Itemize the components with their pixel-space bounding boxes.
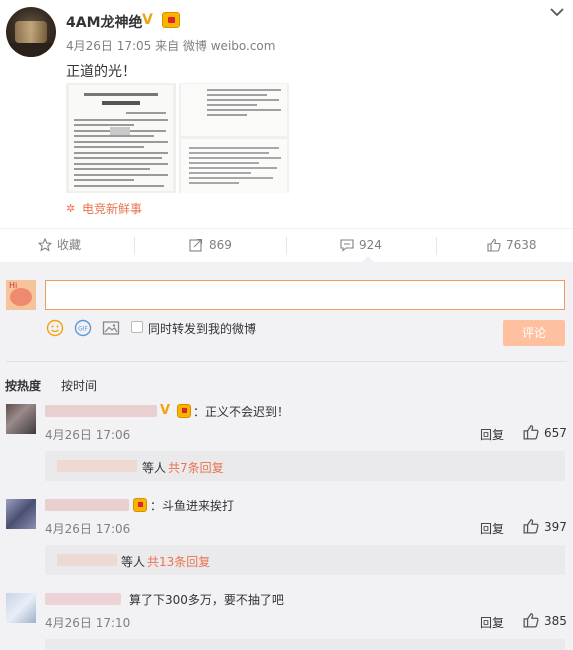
comment-icon xyxy=(340,239,354,252)
reply-button[interactable]: 回复 xyxy=(480,520,504,537)
repost-checkbox[interactable] xyxy=(131,321,143,333)
author-avatar[interactable] xyxy=(6,7,56,57)
comment-author-name[interactable] xyxy=(45,405,157,417)
action-divider xyxy=(134,237,135,255)
comment-like-count: 385 xyxy=(544,614,567,628)
action-divider xyxy=(286,237,287,255)
comment-author-name[interactable] xyxy=(45,593,121,605)
svg-text:GIF: GIF xyxy=(78,326,88,333)
thumbs-up-icon xyxy=(487,238,501,252)
comment-like-count: 397 xyxy=(544,520,567,534)
repost-count: 869 xyxy=(209,238,232,252)
star-icon xyxy=(38,238,52,252)
comment-text: 算了下300多万，要不抽了吧 xyxy=(129,593,284,607)
comment-author-name[interactable] xyxy=(45,499,129,511)
reply-count-link[interactable]: 共13条回复 xyxy=(147,553,210,570)
medal-icon xyxy=(133,498,147,512)
like-button[interactable]: 7638 xyxy=(487,229,537,262)
favorite-label: 收藏 xyxy=(57,238,82,252)
reply-summary-text: 等人 xyxy=(121,555,146,569)
reply-button[interactable]: 回复 xyxy=(480,426,504,443)
thumbs-up-icon[interactable] xyxy=(523,518,539,534)
reply-summary[interactable] xyxy=(45,639,565,650)
reply-summary[interactable]: 等人 共13条回复 xyxy=(45,545,565,575)
reply-button[interactable]: 回复 xyxy=(480,614,504,631)
reply-summary-text: 等人 xyxy=(142,461,167,475)
comment-text: ：正义不会迟到！ xyxy=(193,405,290,419)
reply-count-link[interactable]: 共7条回复 xyxy=(168,459,224,476)
thumbs-up-icon[interactable] xyxy=(523,612,539,628)
post-image-1[interactable] xyxy=(66,83,176,193)
medal-icon xyxy=(177,404,191,418)
author-name[interactable]: 4AM龙神绝 xyxy=(66,12,143,32)
weibo-post: 4AM龙神绝 V 4月26日 17:05 来自 微博 weibo.com 正道的… xyxy=(0,0,573,228)
vip-v-icon: V xyxy=(142,12,153,28)
sort-by-hot[interactable]: 按热度 xyxy=(5,377,41,394)
comment-text: ：斗鱼进来挨打 xyxy=(150,499,235,513)
chevron-down-icon[interactable] xyxy=(549,6,565,18)
topic-link[interactable]: 电竞新鲜事 xyxy=(82,200,142,217)
like-count: 7638 xyxy=(506,238,537,252)
post-meta: 4月26日 17:05 来自 微博 weibo.com xyxy=(66,39,276,53)
divider xyxy=(6,361,567,362)
comment-input[interactable] xyxy=(45,280,565,310)
repost-icon xyxy=(189,238,203,252)
sort-by-time[interactable]: 按时间 xyxy=(61,377,97,394)
submit-comment-button[interactable]: 评论 xyxy=(503,320,565,346)
comment-time: 4月26日 17:06 xyxy=(45,428,131,442)
repost-checkbox-label: 同时转发到我的微博 xyxy=(148,322,257,336)
panel-caret xyxy=(362,256,374,262)
comments-panel: GIF 同时转发到我的微博 评论 按热度 按时间 V ：正义不会迟到！ 4月26… xyxy=(0,256,573,650)
post-text: 正道的光！ xyxy=(66,64,136,80)
comment-time: 4月26日 17:06 xyxy=(45,522,131,536)
action-divider xyxy=(436,237,437,255)
emoji-icon[interactable] xyxy=(46,319,64,337)
topic-icon: ✲ xyxy=(66,202,76,215)
reply-author-name[interactable] xyxy=(57,554,117,566)
comment-like-count: 657 xyxy=(544,426,567,440)
action-bar: 收藏 869 924 7638 xyxy=(0,228,573,262)
comment-avatar[interactable] xyxy=(6,404,36,434)
reply-author-name[interactable] xyxy=(57,460,137,472)
comment-avatar[interactable] xyxy=(6,593,36,623)
vip-v-icon: V xyxy=(160,403,171,418)
comment-avatar[interactable] xyxy=(6,499,36,529)
medal-icon[interactable] xyxy=(162,12,180,28)
image-icon[interactable] xyxy=(102,319,120,337)
gif-icon[interactable]: GIF xyxy=(74,319,92,337)
comment-count: 924 xyxy=(359,238,382,252)
repost-button[interactable]: 869 xyxy=(189,229,232,262)
my-avatar xyxy=(6,280,36,310)
post-image-2[interactable] xyxy=(179,83,289,193)
comment-time: 4月26日 17:10 xyxy=(45,616,131,630)
reply-summary[interactable]: 等人 共7条回复 xyxy=(45,451,565,481)
favorite-button[interactable]: 收藏 xyxy=(38,229,81,262)
comment-button[interactable]: 924 xyxy=(340,229,382,262)
thumbs-up-icon[interactable] xyxy=(523,424,539,440)
